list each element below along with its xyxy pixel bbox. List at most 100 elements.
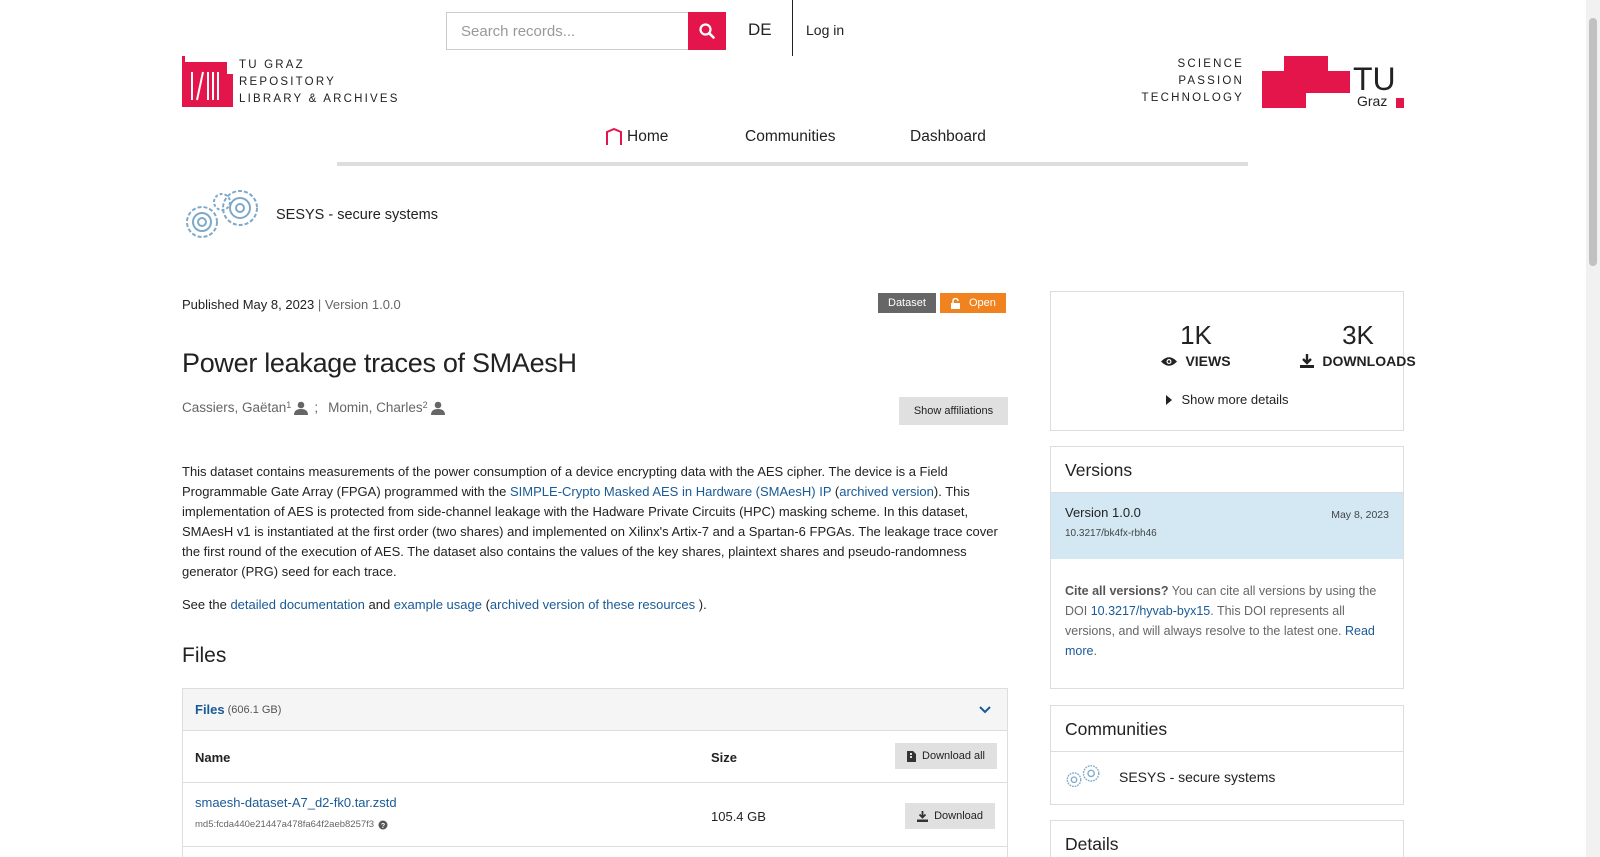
table-row: smaesh-dataset-A7_d2-fk0.tar.zstd md5:fc…: [183, 783, 1007, 847]
repository-logo[interactable]: TU GRAZ REPOSITORY LIBRARY & ARCHIVES: [182, 56, 400, 108]
files-panel: Files (606.1 GB) Name Size Download all …: [182, 688, 1008, 857]
download-all-label: Download all: [922, 750, 985, 762]
file-checksum: md5:fcda440e21447a478fa64f2aeb8257f3 ?: [195, 819, 388, 830]
archived-resources-link[interactable]: archived version of these resources: [490, 597, 695, 612]
resources-text: ).: [695, 597, 707, 612]
files-heading: Files: [182, 644, 227, 667]
nav-communities[interactable]: Communities: [745, 128, 835, 146]
resources-text: and: [364, 597, 394, 612]
example-usage-link[interactable]: example usage: [394, 597, 482, 612]
views-label: VIEWS: [1185, 353, 1231, 369]
svg-text:?: ?: [381, 823, 385, 830]
version-item-active[interactable]: Version 1.0.0 May 8, 2023 10.3217/bk4fx-…: [1051, 493, 1403, 559]
download-button[interactable]: Download: [905, 803, 995, 829]
show-affiliations-button[interactable]: Show affiliations: [899, 397, 1008, 425]
search-bar: [446, 12, 726, 50]
search-button[interactable]: [688, 12, 726, 50]
tu-text: TU: [1353, 61, 1396, 97]
affiliation-marker: 1: [286, 399, 292, 410]
archived-version-link[interactable]: archived version: [839, 484, 934, 499]
version-label: | Version 1.0.0: [317, 297, 401, 312]
concept-doi-link[interactable]: 10.3217/hyvab-byx15: [1091, 604, 1211, 618]
question-circle-icon[interactable]: ?: [378, 820, 388, 830]
access-label: Open: [969, 297, 996, 309]
col-name-header: Name: [195, 750, 231, 765]
show-more-details-label: Show more details: [1181, 392, 1289, 407]
creators-list: Cassiers, Gaëtan 1 ; Momin, Charles 2: [182, 400, 445, 415]
author-name[interactable]: Cassiers, Gaëtan: [182, 400, 286, 415]
nav-home-label: Home: [627, 128, 669, 145]
access-badge: Open: [940, 293, 1006, 313]
downloads-count: 3K: [1342, 320, 1374, 350]
community-item[interactable]: SESYS - secure systems: [1051, 752, 1403, 802]
repository-brand-text: TU GRAZ REPOSITORY LIBRARY & ARCHIVES: [239, 57, 400, 108]
motto-line-2: PASSION: [1178, 75, 1244, 87]
author-name[interactable]: Momin, Charles: [328, 400, 423, 415]
file-size: 105.4 GB: [711, 809, 766, 824]
login-link[interactable]: Log in: [806, 22, 844, 38]
brand-line-1: TU GRAZ: [239, 59, 305, 71]
cite-all-versions: Cite all versions? You can cite all vers…: [1051, 559, 1403, 661]
version-doi: 10.3217/bk4fx-rbh46: [1065, 528, 1157, 539]
unlock-icon: [951, 297, 960, 309]
gears-icon[interactable]: [182, 188, 262, 244]
resources-text: See the: [182, 597, 231, 612]
nav-dashboard[interactable]: Dashboard: [910, 128, 986, 146]
communities-panel: Communities SESYS - secure systems: [1050, 705, 1404, 805]
nav-communities-label: Communities: [745, 128, 836, 145]
col-size-header: Size: [711, 750, 738, 765]
views-count: 1K: [1180, 320, 1212, 350]
downloads-label: DOWNLOADS: [1322, 353, 1416, 369]
community-item-label: SESYS - secure systems: [1119, 769, 1276, 785]
views-stat: 1K VIEWS: [1121, 320, 1271, 369]
brand-line-2: REPOSITORY: [239, 76, 336, 88]
author-separator: ;: [314, 400, 319, 415]
home-icon: [606, 128, 622, 145]
download-icon: [1300, 354, 1315, 368]
files-panel-header[interactable]: Files (606.1 GB): [183, 689, 1007, 731]
search-input[interactable]: [446, 12, 688, 50]
download-icon: [917, 810, 929, 822]
communities-heading: Communities: [1051, 706, 1403, 752]
resources-text: (: [481, 597, 490, 612]
community-name[interactable]: SESYS - secure systems: [276, 207, 438, 223]
file-archive-icon: [907, 750, 917, 762]
details-heading: Details: [1065, 834, 1119, 854]
publication-info: Published May 8, 2023 | Version 1.0.0: [182, 297, 401, 312]
download-all-button[interactable]: Download all: [895, 743, 997, 769]
person-icon: [430, 401, 445, 415]
version-date: May 8, 2023: [1331, 509, 1389, 521]
university-motto: SCIENCE PASSION TECHNOLOGY: [1141, 56, 1244, 107]
language-switch[interactable]: DE: [748, 20, 772, 40]
documentation-link[interactable]: detailed documentation: [230, 597, 364, 612]
record-title: Power leakage traces of SMAesH: [182, 348, 577, 378]
versions-panel: Versions Version 1.0.0 May 8, 2023 10.32…: [1050, 446, 1404, 689]
nav-home[interactable]: Home: [605, 128, 668, 146]
record-description: This dataset contains measurements of th…: [182, 462, 1002, 582]
eye-icon: [1161, 356, 1178, 366]
tu-graz-repository-mark: [182, 56, 233, 107]
scrollbar-thumb[interactable]: [1589, 18, 1597, 266]
motto-line-1: SCIENCE: [1177, 58, 1244, 70]
md5-text: md5:fcda440e21447a478fa64f2aeb8257f3: [195, 819, 375, 830]
main-nav: Home Communities Dashboard: [337, 118, 1248, 166]
header-divider: [792, 0, 793, 56]
resource-type-badge: Dataset: [878, 293, 936, 313]
chevron-down-icon[interactable]: [979, 705, 991, 714]
details-panel: Details: [1050, 820, 1404, 857]
motto-line-3: TECHNOLOGY: [1141, 92, 1244, 104]
show-more-details-toggle[interactable]: Show more details: [1051, 392, 1403, 407]
gears-icon: [1066, 765, 1100, 788]
tu-graz-logo[interactable]: TU Graz: [1262, 56, 1404, 108]
published-date: Published May 8, 2023: [182, 297, 315, 312]
search-icon: [699, 23, 715, 39]
versions-heading: Versions: [1051, 447, 1403, 493]
smaesh-ip-link[interactable]: SIMPLE-Crypto Masked AES in Hardware (SM…: [510, 484, 831, 499]
files-total-size: (606.1 GB): [227, 703, 282, 716]
file-name-link[interactable]: smaesh-dataset-A7_d2-fk0.tar.zstd: [195, 795, 397, 810]
download-label: Download: [934, 810, 983, 822]
cite-bold: Cite all versions?: [1065, 584, 1169, 598]
views-label-row: VIEWS: [1121, 353, 1271, 369]
page-scrollbar[interactable]: [1586, 0, 1600, 857]
stats-panel: 1K VIEWS 3K DOWNLOADS Show more details: [1050, 291, 1416, 431]
